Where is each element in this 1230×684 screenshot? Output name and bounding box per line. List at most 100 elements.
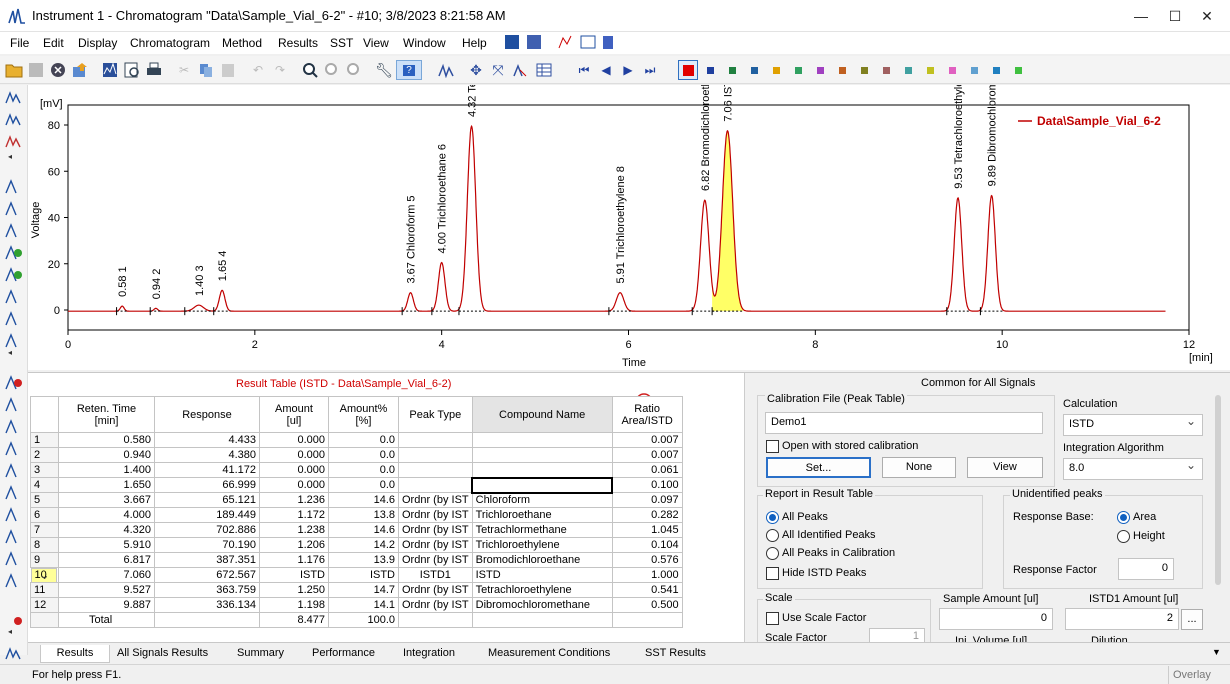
col-compound-name[interactable]: Compound Name (471, 396, 613, 433)
table-cell[interactable]: 66.999 (154, 477, 260, 493)
all-peaks-radio[interactable] (766, 511, 779, 524)
table-cell[interactable]: 0.000 (259, 477, 329, 493)
table-cell[interactable]: 336.134 (154, 597, 260, 613)
table-cell[interactable]: 1.236 (259, 492, 329, 508)
height-radio[interactable] (1117, 530, 1130, 543)
table-cell[interactable]: 1.650 (58, 477, 155, 493)
color-swatch-icon[interactable] (993, 67, 1000, 74)
menu-tool-icons[interactable] (505, 34, 625, 52)
table-cell[interactable]: 7.060 (58, 567, 155, 583)
integration-select[interactable]: 8.0 (1063, 458, 1203, 480)
copy-icon[interactable] (196, 60, 216, 80)
table-cell[interactable]: 1.176 (259, 552, 329, 568)
menu-chromatogram[interactable]: Chromatogram (130, 36, 210, 50)
table-cell[interactable]: 41.172 (154, 462, 260, 478)
table-cell[interactable]: 0.000 (259, 447, 329, 463)
table-cell[interactable] (471, 476, 614, 494)
chromatogram-chart[interactable]: 0 20 40 60 80 0 2 4 6 8 10 12 0.58 1 0.94 2 1.40 3 1.6… (28, 0, 1230, 370)
move-icon[interactable]: ✥ (466, 60, 486, 80)
set-button[interactable]: Set... (766, 457, 871, 478)
table-cell[interactable]: 7 (30, 522, 59, 538)
tab-all-signals-results[interactable]: All Signals Results (109, 645, 216, 663)
table-cell[interactable]: 1.238 (259, 522, 329, 538)
table-cell[interactable]: 14.6 (328, 492, 399, 508)
hide-istd-checkbox[interactable] (766, 567, 779, 580)
table-cell[interactable]: 0.061 (611, 462, 683, 478)
table-cell[interactable]: 1 (30, 432, 59, 448)
table-cell[interactable]: 4.000 (58, 507, 155, 523)
use-scale-checkbox[interactable] (766, 612, 779, 625)
color-swatch-icon[interactable] (751, 67, 758, 74)
next-icon[interactable]: ▶ (618, 60, 638, 80)
table-row[interactable]: 4 1.650 66.999 0.000 0.0 0.100 (30, 476, 683, 494)
calibration-peaks-radio[interactable] (766, 547, 779, 560)
table-cell[interactable]: Ordnr (by IST (398, 507, 473, 523)
table-cell[interactable]: 9.887 (58, 597, 155, 613)
table-cell[interactable]: 12 (30, 597, 59, 613)
table-cell[interactable]: 14.2 (328, 537, 399, 553)
table-cell[interactable]: 0.0 (328, 432, 399, 448)
table-row[interactable]: 107.060672.567ISTDISTDISTD1ISTD1.000 (30, 567, 683, 583)
table-cell[interactable]: 1.206 (259, 537, 329, 553)
integration-icon[interactable] (510, 60, 530, 80)
col-amount[interactable]: Amount [ul] (259, 396, 329, 433)
view-button[interactable]: View (967, 457, 1043, 478)
table-cell[interactable]: 0.104 (611, 537, 683, 553)
table-cell[interactable]: Ordnr (by IST (398, 537, 473, 553)
color-swatch-icon[interactable] (861, 67, 868, 74)
table-cell[interactable]: 3.667 (58, 492, 155, 508)
color-red-icon[interactable] (678, 60, 698, 80)
table-cell[interactable]: 1.250 (259, 582, 329, 598)
table-cell[interactable]: Ordnr (by IST (398, 597, 473, 613)
table-cell[interactable]: 10 (30, 568, 57, 583)
left-tool-icons[interactable] (4, 89, 24, 649)
tab-sst-results[interactable]: SST Results (637, 645, 714, 663)
color-swatch-icon[interactable] (707, 67, 714, 74)
color-swatch-icon[interactable] (729, 67, 736, 74)
cal-file-input[interactable]: Demo1 (765, 412, 1043, 434)
table-cell[interactable]: 9.527 (58, 582, 155, 598)
table-cell[interactable]: 0.500 (611, 597, 683, 613)
table-cell[interactable]: 1.000 (611, 567, 683, 583)
istd-amount-input[interactable]: 2 (1065, 608, 1179, 630)
table-cell[interactable]: 0.580 (58, 432, 155, 448)
area-radio[interactable] (1117, 511, 1130, 524)
menu-sst[interactable]: SST (330, 36, 353, 50)
table-cell[interactable]: ISTD (259, 567, 329, 583)
table-cell[interactable]: 0.541 (611, 582, 683, 598)
cut-icon[interactable]: ✂ (174, 60, 194, 80)
table-cell[interactable]: Tetrachloroethylene (471, 582, 613, 598)
table-cell[interactable]: 8 (30, 537, 59, 553)
open-folder-icon[interactable] (4, 60, 24, 80)
upload-icon[interactable] (70, 60, 90, 80)
collapse-icon[interactable]: ◂ (8, 348, 12, 357)
color-swatch-icon[interactable] (905, 67, 912, 74)
col-peak-type[interactable]: Peak Type (398, 396, 473, 433)
close-button[interactable]: ✕ (1184, 0, 1230, 32)
table-cell[interactable]: 5.910 (58, 537, 155, 553)
table-row[interactable]: 8 5.910 70.190 1.206 14.2 Ordnr (by IST Trichl… (30, 537, 683, 553)
table-cell[interactable]: 14.7 (328, 582, 399, 598)
color-swatch-icon[interactable] (1015, 67, 1022, 74)
calculation-select[interactable]: ISTD (1063, 414, 1203, 436)
table-cell[interactable]: Trichloroethane (471, 507, 613, 523)
table-cell[interactable]: 0.0 (328, 447, 399, 463)
table-cell[interactable]: 0.000 (259, 432, 329, 448)
preview-icon[interactable] (122, 60, 142, 80)
table-cell[interactable]: 11 (30, 582, 59, 598)
table-cell[interactable]: 1.172 (259, 507, 329, 523)
table-cell[interactable]: 0.0 (328, 477, 399, 493)
collapse-icon[interactable]: ◂ (8, 152, 12, 161)
response-factor-input[interactable]: 0 (1118, 558, 1174, 580)
zoom-icon[interactable] (300, 60, 320, 80)
table-cell[interactable]: 6.817 (58, 552, 155, 568)
panel-scrollbar[interactable] (1215, 395, 1221, 585)
table-cell[interactable] (398, 447, 473, 463)
col-response[interactable]: Response (154, 396, 260, 433)
menu-edit[interactable]: Edit (43, 36, 64, 50)
table-cell[interactable] (398, 462, 473, 478)
table-cell[interactable]: 2 (30, 447, 59, 463)
color-swatch-icon[interactable] (795, 67, 802, 74)
table-cell[interactable]: 13.8 (328, 507, 399, 523)
menu-file[interactable]: File (10, 36, 29, 50)
